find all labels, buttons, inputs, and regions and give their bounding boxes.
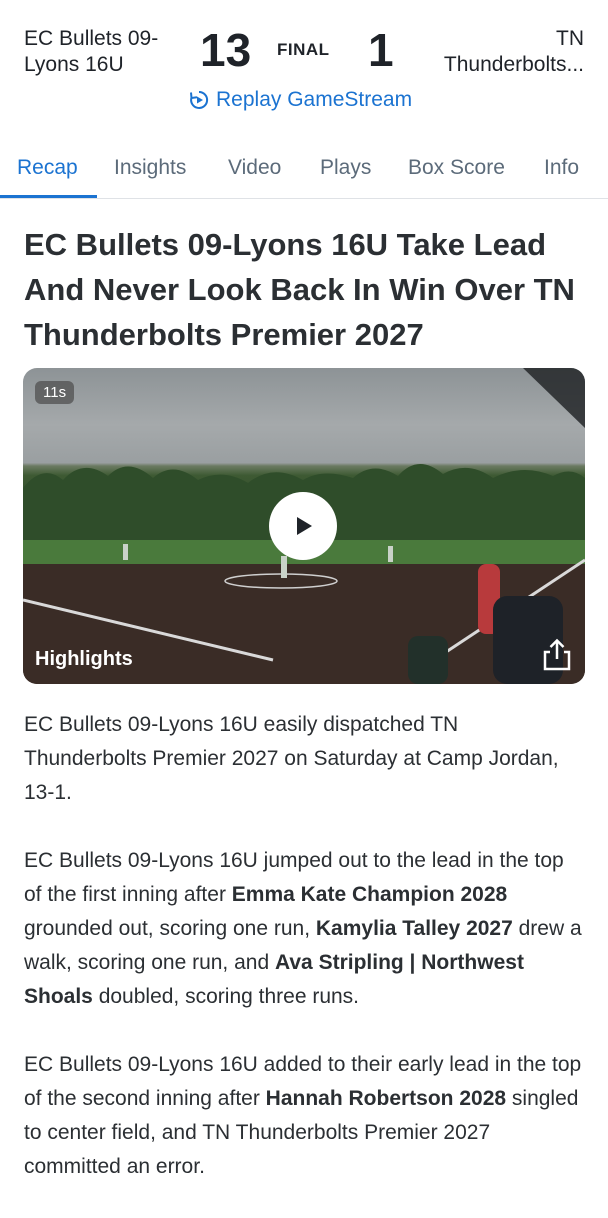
tab-box-score[interactable]: Box Score [408,156,505,180]
video-duration-badge: 11s [35,381,75,404]
tab-info[interactable]: Info [544,156,579,180]
paragraph-text: doubled, scoring three runs. [92,985,360,1008]
game-status: FINAL [277,40,330,59]
player-name: Kamylia Talley 2027 [315,917,513,940]
article-paragraph: EC Bullets 09-Lyons 16U added to their e… [24,1048,586,1184]
highlights-video[interactable]: 11s Highlights [23,368,585,684]
away-team-line2: Thunderbolts... [443,53,584,76]
home-score: 13 [200,24,252,76]
article-paragraph: EC Bullets 09-Lyons 16U easily dispatche… [24,708,586,810]
paragraph-text: grounded out, scoring one run, [24,917,316,940]
play-button[interactable] [269,492,337,560]
video-title: Highlights [35,648,133,670]
away-team-line1: TN [556,27,584,50]
tab-video[interactable]: Video [228,156,281,180]
share-icon[interactable] [541,638,573,672]
active-tab-indicator [0,195,97,198]
tab-recap[interactable]: Recap [17,156,78,180]
away-score: 1 [368,24,394,76]
paragraph-text: EC Bullets 09-Lyons 16U easily dispatche… [24,713,559,804]
player-name: Emma Kate Champion 2028 [231,883,508,906]
recap-headline: EC Bullets 09-Lyons 16U Take Lead And Ne… [24,227,575,352]
scoreboard: EC Bullets 09- Lyons 16U 13 FINAL 1 TN T… [0,0,608,132]
article-paragraph: EC Bullets 09-Lyons 16U jumped out to th… [24,844,586,1014]
away-team-name[interactable]: TN Thunderbolts... [409,26,584,78]
home-team-name[interactable]: EC Bullets 09- Lyons 16U [24,26,184,78]
replay-icon [190,90,209,109]
home-team-line1: EC Bullets 09- [24,27,159,50]
tab-bar: Recap Insights Video Plays Box Score Inf… [0,140,608,199]
play-icon [297,517,312,535]
tab-plays[interactable]: Plays [320,156,371,180]
replay-gamestream-link[interactable]: Replay GameStream [188,86,412,114]
replay-label: Replay GameStream [216,88,413,111]
recap-article: EC Bullets 09-Lyons 16U easily dispatche… [24,708,586,1218]
player-name: Hannah Robertson 2028 [265,1087,507,1110]
home-team-line2: Lyons 16U [24,53,124,76]
tab-insights[interactable]: Insights [114,156,186,180]
